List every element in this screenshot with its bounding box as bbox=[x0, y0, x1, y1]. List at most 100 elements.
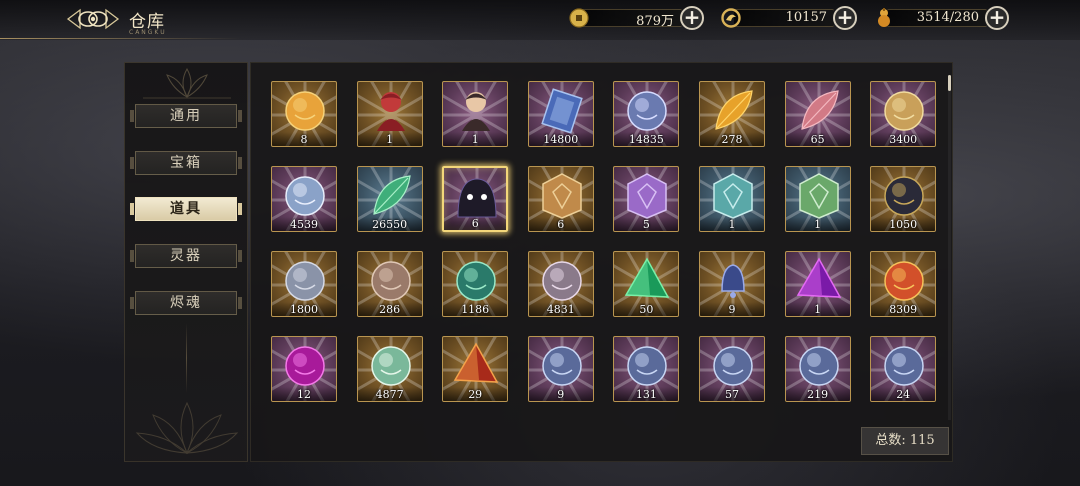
inventory-grid[interactable]: 8 1 1 14800 14835 278 65 3400 4539 26550 6 6 5 1 1 1050… bbox=[271, 81, 939, 427]
inventory-slot[interactable]: 1 bbox=[699, 166, 765, 232]
page-subtitle: CANGKU bbox=[129, 29, 167, 36]
category-tab-panel: 通用 宝箱 道具 灵器 烬魂 bbox=[124, 62, 248, 462]
chibi-character-icon bbox=[462, 92, 491, 131]
inventory-slot[interactable]: 219 bbox=[784, 336, 851, 402]
item-quantity: 1 bbox=[386, 133, 394, 146]
item-quantity: 5 bbox=[642, 218, 650, 231]
inventory-slot[interactable]: 9 bbox=[699, 251, 765, 317]
inventory-slot[interactable]: 1186 bbox=[442, 251, 509, 317]
item-quantity: 9 bbox=[557, 388, 565, 401]
inventory-slot[interactable]: 131 bbox=[613, 336, 680, 402]
item-quantity: 1186 bbox=[461, 303, 490, 316]
inventory-slot[interactable]: 1 bbox=[784, 166, 851, 232]
inventory-slot[interactable]: 4877 bbox=[356, 336, 423, 402]
pinecone-relic-icon bbox=[370, 261, 411, 301]
inventory-slot[interactable]: 6 bbox=[442, 166, 509, 232]
crystal-sphere-icon bbox=[798, 346, 839, 386]
inventory-slot[interactable]: 278 bbox=[699, 81, 765, 147]
item-quantity: 1 bbox=[814, 218, 822, 231]
inventory-slot[interactable]: 50 bbox=[613, 251, 680, 317]
tab-items[interactable]: 道具 bbox=[130, 197, 242, 221]
inventory-slot[interactable]: 1800 bbox=[271, 251, 337, 317]
item-quantity: 6 bbox=[557, 218, 565, 231]
item-quantity: 286 bbox=[379, 303, 401, 316]
item-quantity: 9 bbox=[728, 303, 736, 316]
tab-panel-divider bbox=[186, 323, 187, 393]
spirit-lantern-icon bbox=[627, 91, 668, 131]
item-quantity: 1050 bbox=[889, 218, 918, 231]
item-quantity: 8309 bbox=[889, 303, 918, 316]
add-copper-button[interactable]: + bbox=[680, 6, 704, 30]
item-quantity: 6 bbox=[471, 217, 479, 230]
amber-pyramid-icon bbox=[453, 342, 499, 383]
teal-talisman-icon bbox=[713, 173, 753, 219]
inventory-slot[interactable]: 9 bbox=[527, 336, 594, 402]
item-quantity: 1 bbox=[728, 218, 736, 231]
inventory-slot[interactable]: 65 bbox=[784, 81, 851, 147]
currency-copper: 879万 + bbox=[568, 6, 704, 30]
jade-lotus-icon bbox=[370, 346, 411, 386]
item-quantity: 1800 bbox=[290, 303, 318, 316]
coin-icon bbox=[569, 8, 589, 28]
item-quantity: 4831 bbox=[546, 303, 575, 316]
inventory-slot[interactable]: 1 bbox=[356, 81, 423, 147]
currency-value: 879万 bbox=[636, 14, 674, 29]
inventory-slot[interactable]: 1050 bbox=[870, 166, 937, 232]
crystal-sphere-icon bbox=[713, 346, 753, 386]
lotus-ornament-icon bbox=[143, 67, 231, 99]
dark-spirit-blob-icon bbox=[457, 178, 497, 218]
item-quantity: 14800 bbox=[543, 133, 579, 146]
item-quantity: 1 bbox=[814, 303, 822, 316]
inventory-slot[interactable]: 4831 bbox=[527, 251, 594, 317]
currency-value: 3514/280 bbox=[916, 10, 979, 25]
back-emblem-icon[interactable] bbox=[66, 6, 120, 32]
pink-petal-icon bbox=[800, 90, 839, 130]
tab-general[interactable]: 通用 bbox=[130, 104, 242, 128]
item-quantity: 1 bbox=[471, 133, 479, 146]
silver-beast-medallion-icon bbox=[285, 176, 325, 216]
tab-treasure-chest[interactable]: 宝箱 bbox=[130, 151, 242, 175]
inventory-slot[interactable]: 286 bbox=[356, 251, 423, 317]
inventory-slot[interactable]: 29 bbox=[442, 336, 509, 402]
currency-stamina: 3514/280 + bbox=[873, 6, 1009, 30]
scrollbar-thumb[interactable] bbox=[948, 75, 951, 91]
golden-orb-pendant-icon bbox=[285, 91, 325, 131]
blue-scroll-book-icon bbox=[541, 88, 583, 134]
gourd-icon bbox=[878, 8, 890, 27]
inventory-scrollbar[interactable] bbox=[948, 75, 951, 420]
tab-spirit-artifacts[interactable]: 灵器 bbox=[130, 244, 242, 268]
inventory-slot[interactable]: 6 bbox=[527, 166, 594, 232]
inventory-slot[interactable]: 12 bbox=[271, 336, 337, 402]
item-quantity: 50 bbox=[639, 303, 654, 316]
fire-spiral-shell-icon bbox=[884, 261, 924, 301]
add-stamina-button[interactable]: + bbox=[985, 6, 1009, 30]
inventory-slot[interactable]: 1 bbox=[442, 81, 509, 147]
inventory-slot[interactable]: 8 bbox=[271, 81, 337, 147]
inventory-slot[interactable]: 57 bbox=[699, 336, 765, 402]
item-quantity: 8 bbox=[300, 133, 308, 146]
inventory-slot[interactable]: 14800 bbox=[527, 81, 594, 147]
inventory-panel: 8 1 1 14800 14835 278 65 3400 4539 26550 6 6 5 1 1 1050… bbox=[250, 62, 953, 462]
inventory-slot[interactable]: 14835 bbox=[613, 81, 680, 147]
add-jade-button[interactable]: + bbox=[833, 6, 857, 30]
inventory-slot[interactable]: 8309 bbox=[870, 251, 937, 317]
inventory-slot[interactable]: 5 bbox=[613, 166, 680, 232]
item-quantity: 219 bbox=[807, 388, 829, 401]
inventory-slot[interactable]: 3400 bbox=[870, 81, 937, 147]
inventory-slot[interactable]: 4539 bbox=[271, 166, 337, 232]
purple-talisman-icon bbox=[627, 173, 668, 219]
item-quantity: 3400 bbox=[889, 133, 918, 146]
inventory-slot[interactable]: 1 bbox=[784, 251, 851, 317]
item-quantity: 4877 bbox=[375, 388, 404, 401]
bronze-talisman-icon bbox=[542, 173, 582, 219]
item-quantity: 12 bbox=[297, 388, 311, 401]
currency-value: 10157 bbox=[785, 10, 827, 25]
item-quantity: 26550 bbox=[372, 218, 408, 231]
tab-ember-souls[interactable]: 烬魂 bbox=[130, 291, 242, 315]
dragon-token-icon bbox=[721, 8, 741, 28]
inventory-slot[interactable]: 24 bbox=[870, 336, 937, 402]
crystal-sphere-icon bbox=[884, 346, 924, 386]
blue-bell-icon bbox=[721, 264, 745, 298]
inventory-slot[interactable]: 26550 bbox=[356, 166, 423, 232]
jade-leaf-icon bbox=[372, 175, 411, 215]
